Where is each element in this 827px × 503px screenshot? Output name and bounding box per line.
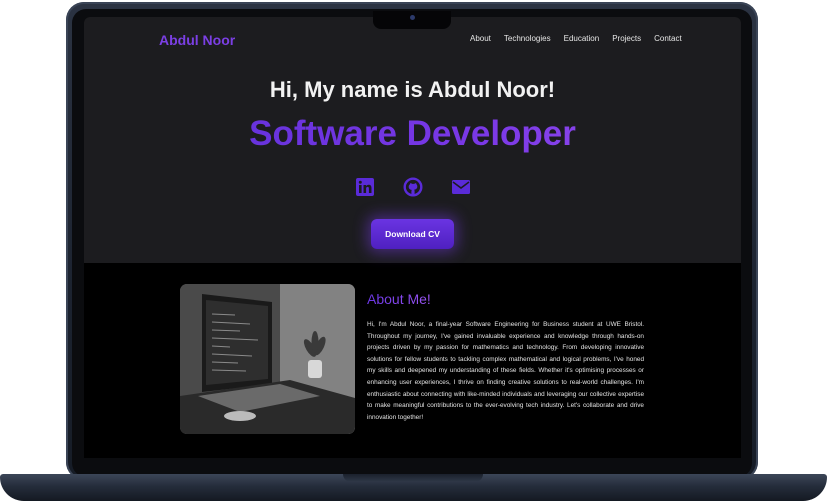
laptop-hinge-notch <box>343 474 483 482</box>
camera-notch <box>373 11 451 29</box>
hero-section: Abdul Noor About Technologies Education … <box>84 17 741 263</box>
download-cv-button[interactable]: Download CV <box>371 219 454 249</box>
linkedin-icon[interactable] <box>355 177 375 197</box>
nav-link-technologies[interactable]: Technologies <box>504 34 551 43</box>
github-icon[interactable] <box>403 177 423 197</box>
hero-role: Software Developer <box>84 114 741 154</box>
hero-greeting: Hi, My name is Abdul Noor! <box>269 77 556 102</box>
nav-link-about[interactable]: About <box>470 34 491 43</box>
website-screen: Abdul Noor About Technologies Education … <box>84 17 741 458</box>
main-nav: About Technologies Education Projects Co… <box>470 34 682 43</box>
nav-link-contact[interactable]: Contact <box>654 34 682 43</box>
mail-icon[interactable] <box>451 177 471 197</box>
camera-icon <box>410 15 415 20</box>
laptop-photo <box>180 284 355 434</box>
brand-logo[interactable]: Abdul Noor <box>159 32 235 48</box>
nav-link-education[interactable]: Education <box>564 34 600 43</box>
nav-link-projects[interactable]: Projects <box>612 34 641 43</box>
about-title: About Me! <box>367 291 431 307</box>
about-text: Hi, I'm Abdul Noor, a final-year Softwar… <box>367 321 644 421</box>
